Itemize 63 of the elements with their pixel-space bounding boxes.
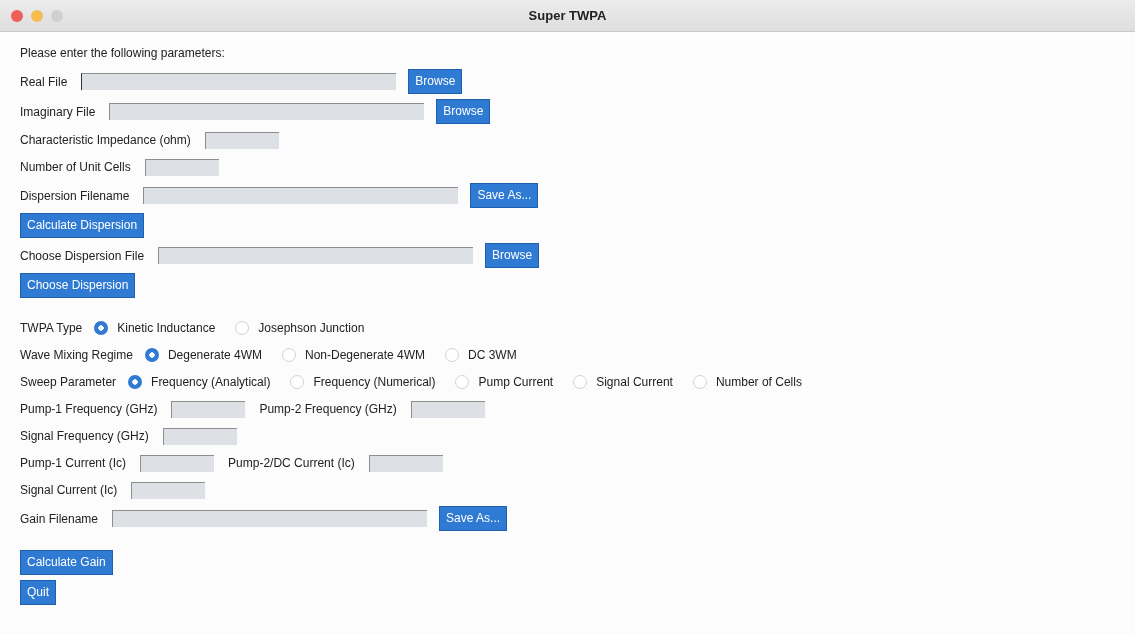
input-field[interactable] bbox=[109, 103, 425, 120]
field-label: Signal Current (Ic) bbox=[20, 482, 118, 499]
radio-button[interactable] bbox=[128, 375, 143, 389]
field-label: Signal Frequency (GHz) bbox=[20, 428, 149, 445]
input-field[interactable] bbox=[204, 131, 279, 149]
radio-label[interactable]: Degenerate 4WM bbox=[167, 346, 262, 364]
field-label: Choose Dispersion File bbox=[20, 247, 145, 265]
radio-label[interactable]: Number of Cells bbox=[715, 373, 802, 391]
field-label: Real File bbox=[20, 73, 68, 91]
push-button[interactable]: Browse bbox=[408, 69, 463, 94]
field-label: Pump-1 Current (Ic) bbox=[20, 455, 127, 472]
field-label: Pump-2 Frequency (GHz) bbox=[259, 401, 397, 418]
radio-label[interactable]: Frequency (Analytical) bbox=[151, 373, 271, 391]
push-button[interactable]: Save As... bbox=[439, 506, 508, 531]
radio-label[interactable]: Pump Current bbox=[478, 373, 554, 391]
radio-button[interactable] bbox=[144, 348, 159, 362]
field-label: Characteristic Impedance (ohm) bbox=[20, 132, 191, 149]
input-field[interactable] bbox=[162, 427, 237, 445]
radio-button[interactable] bbox=[573, 375, 588, 389]
radio-button[interactable] bbox=[235, 321, 250, 335]
group-label: Sweep Parameter bbox=[20, 374, 117, 391]
radio-button[interactable] bbox=[445, 348, 460, 362]
input-field[interactable] bbox=[158, 247, 474, 264]
group-label: TWPA Type bbox=[20, 320, 83, 337]
input-field[interactable] bbox=[368, 454, 443, 472]
field-label: Dispersion Filename bbox=[20, 187, 130, 205]
radio-button[interactable] bbox=[94, 321, 109, 335]
radio-button[interactable] bbox=[290, 375, 305, 389]
radio-label[interactable]: Non-Degenerate 4WM bbox=[304, 346, 426, 364]
push-button[interactable]: Calculate Dispersion bbox=[20, 213, 145, 238]
field-label: Pump-2/DC Current (Ic) bbox=[228, 455, 355, 472]
close-icon[interactable] bbox=[11, 10, 23, 22]
push-button[interactable]: Calculate Gain bbox=[20, 550, 113, 575]
minimize-icon[interactable] bbox=[31, 10, 43, 22]
window-title: Super TWPA bbox=[528, 6, 607, 25]
radio-label[interactable]: Kinetic Inductance bbox=[117, 319, 216, 337]
radio-label[interactable]: DC 3WM bbox=[468, 346, 517, 364]
input-field[interactable] bbox=[131, 481, 206, 499]
input-field[interactable] bbox=[81, 73, 397, 90]
push-button[interactable]: Save As... bbox=[470, 183, 539, 208]
radio-button[interactable] bbox=[281, 348, 296, 362]
radio-button[interactable] bbox=[692, 375, 707, 389]
radio-label[interactable]: Frequency (Numerical) bbox=[313, 373, 436, 391]
input-field[interactable] bbox=[143, 187, 459, 204]
field-label: Pump-1 Frequency (GHz) bbox=[20, 401, 158, 418]
radio-label[interactable]: Signal Current bbox=[596, 373, 673, 391]
zoom-icon[interactable] bbox=[51, 10, 63, 22]
radio-button[interactable] bbox=[455, 375, 470, 389]
group-label: Wave Mixing Regime bbox=[20, 347, 133, 364]
field-label: Gain Filename bbox=[20, 510, 99, 528]
push-button[interactable]: Browse bbox=[436, 99, 491, 124]
input-field[interactable] bbox=[410, 400, 485, 418]
radio-label[interactable]: Josephson Junction bbox=[258, 319, 365, 337]
input-field[interactable] bbox=[140, 454, 215, 472]
field-label: Number of Unit Cells bbox=[20, 159, 131, 176]
input-field[interactable] bbox=[112, 510, 428, 527]
push-button[interactable]: Choose Dispersion bbox=[20, 273, 136, 298]
push-button[interactable]: Browse bbox=[485, 243, 540, 268]
input-field[interactable] bbox=[171, 400, 246, 418]
field-label: Imaginary File bbox=[20, 103, 96, 121]
push-button[interactable]: Quit bbox=[20, 580, 56, 605]
instruction-text: Please enter the following parameters: bbox=[20, 45, 225, 62]
input-field[interactable] bbox=[144, 158, 219, 176]
